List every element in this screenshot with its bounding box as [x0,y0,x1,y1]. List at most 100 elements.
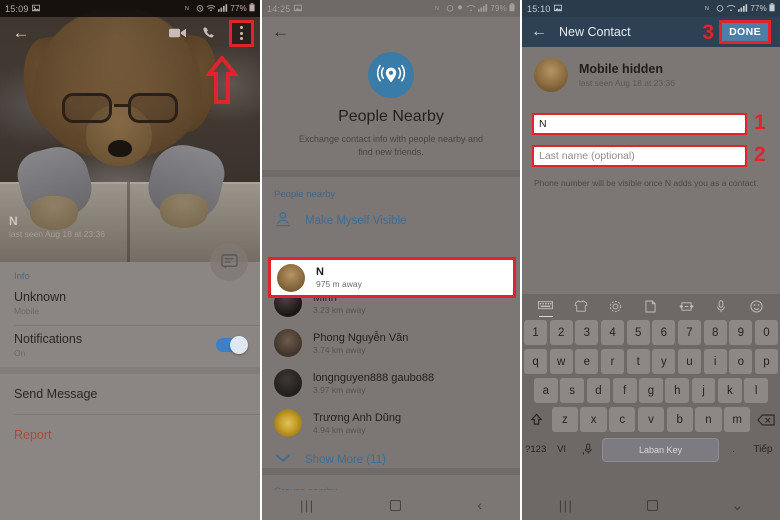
microphone-comma-icon[interactable] [576,437,599,462]
shift-up-icon[interactable] [523,407,549,432]
notifications-toggle[interactable] [216,336,248,354]
list-item[interactable]: longnguyen888 gaubo88 3.97 km away [262,363,520,403]
period-key[interactable]: . [722,437,745,462]
sticker-shirt-icon[interactable] [563,294,598,318]
section-header-people: People nearby [274,189,336,200]
battery-icon [249,3,255,14]
key[interactable]: a [533,378,558,403]
key[interactable]: c [609,407,636,432]
key[interactable]: 5 [626,320,650,345]
last-name-field-wrap: Last name (optional) [532,145,747,167]
notifications-row[interactable]: Notifications On [0,326,260,367]
alarm-icon [196,4,204,14]
phone-visibility-note: Phone number will be visible once N adds… [534,178,759,188]
key[interactable]: o [729,349,753,374]
chevron-left-icon[interactable]: ‹ [477,497,482,513]
keyboard-icon[interactable] [528,294,563,318]
back-button[interactable]: ← [531,23,547,41]
keyboard-row-bottom-letters: z x c v b n m [522,405,780,434]
key[interactable]: b [666,407,693,432]
key[interactable]: y [652,349,676,374]
key[interactable]: 7 [677,320,702,345]
battery-percent: 77% [230,4,247,13]
phone-icon[interactable] [197,21,221,45]
people-nearby-topbar: ← [262,17,520,47]
key[interactable]: j [691,378,716,403]
key[interactable]: h [665,378,690,403]
page-title: New Contact [559,25,631,39]
video-camera-icon[interactable] [165,21,189,45]
message-bubble-icon[interactable] [210,243,248,281]
resize-icon[interactable] [669,294,704,318]
key[interactable]: e [575,349,599,374]
key[interactable]: u [677,349,702,374]
chevron-down-icon [274,451,292,469]
microphone-icon[interactable] [704,294,739,318]
key[interactable]: 1 [523,320,548,345]
back-button[interactable]: ← [272,22,289,42]
annotation-arrow-up [204,54,240,109]
key[interactable]: v [637,407,665,432]
key[interactable]: x [580,407,607,432]
home-square-icon[interactable] [646,499,658,511]
avatar [277,263,305,292]
done-button[interactable]: DONE [719,20,771,44]
first-name-input[interactable]: N [532,113,747,135]
key[interactable]: k [717,378,742,403]
alarm-icon [716,4,724,14]
backspace-icon[interactable] [753,407,779,432]
key[interactable]: p [754,349,779,374]
back-button[interactable]: ← [6,23,36,43]
key[interactable]: g [639,378,663,403]
key[interactable]: w [549,349,573,374]
make-myself-visible-button[interactable]: Make Myself Visible [262,204,520,238]
key[interactable]: r [600,349,625,374]
key[interactable]: 2 [549,320,573,345]
key[interactable]: s [560,378,585,403]
home-square-icon[interactable] [390,499,402,511]
more-vertical-icon[interactable] [229,19,254,47]
key[interactable]: i [703,349,727,374]
contact-name: Mobile hidden [579,62,664,76]
clipboard-icon[interactable] [633,294,668,318]
key[interactable]: f [612,378,637,403]
wifi-icon [206,4,216,14]
symbols-key[interactable]: ?123 [524,437,547,462]
list-item[interactable]: Trương Anh Dũng 4.94 km away [262,403,520,443]
phone-row[interactable]: Unknown Mobile [0,284,260,325]
keyboard-row-numbers: 1 2 3 4 5 6 7 8 9 0 [522,318,780,347]
enter-key[interactable]: Tiếp [748,437,778,462]
key[interactable]: 8 [703,320,727,345]
key[interactable]: z [551,407,578,432]
page-title: People Nearby [338,108,444,125]
key[interactable]: 6 [652,320,676,345]
key[interactable]: n [695,407,722,432]
battery-percent: 79% [490,4,507,13]
key[interactable]: l [744,378,769,403]
key[interactable]: q [523,349,548,374]
settings-gear-icon[interactable] [598,294,633,318]
list-item-highlighted[interactable]: N 975 m away [268,257,516,298]
nfc-icon: N [435,4,444,14]
key[interactable]: m [724,407,751,432]
send-message-button[interactable]: Send Message [0,374,260,414]
recents-button[interactable]: ||| [559,498,574,513]
key[interactable]: 4 [600,320,625,345]
image-icon [553,4,562,14]
avatar [274,409,302,437]
list-item[interactable]: Phong Nguyễn Văn 3.74 km away [262,323,520,363]
key[interactable]: t [626,349,650,374]
panel-profile: 15:09 N 77% ← N last seen Aug 18 at 23:3… [0,0,260,520]
recents-button[interactable]: ||| [300,498,315,513]
key[interactable]: 9 [729,320,753,345]
language-key[interactable]: VI [550,437,573,462]
signal-icon [218,3,228,14]
space-key[interactable]: Laban Key [601,437,720,462]
chevron-down-icon[interactable]: ⌄ [731,497,743,514]
key[interactable]: d [586,378,611,403]
emoji-icon[interactable] [739,294,774,318]
key[interactable]: 0 [754,320,779,345]
report-button[interactable]: Report [0,415,260,455]
last-name-input[interactable]: Last name (optional) [532,145,747,167]
key[interactable]: 3 [575,320,599,345]
